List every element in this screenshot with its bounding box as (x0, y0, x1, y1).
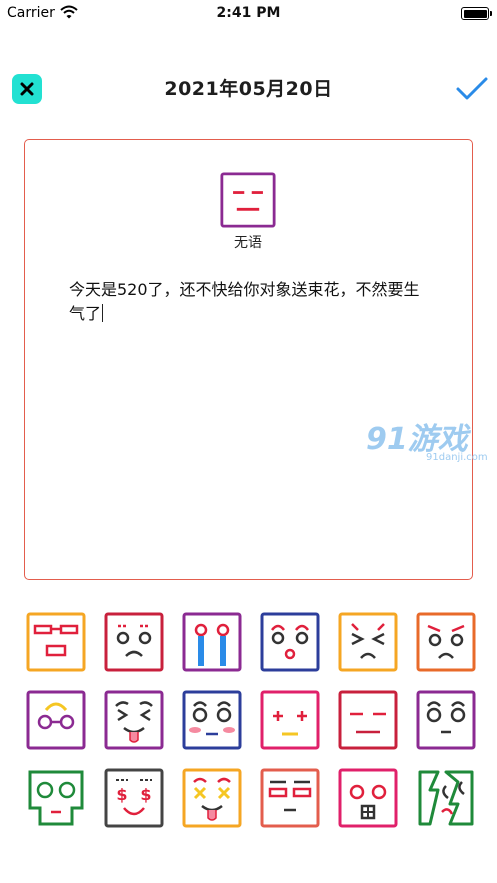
mood-option[interactable] (416, 768, 476, 828)
mood-option[interactable] (416, 690, 476, 750)
confirm-button[interactable] (455, 74, 489, 104)
mood-option[interactable]: $ $ (104, 768, 164, 828)
mood-option[interactable] (104, 612, 164, 672)
text-cursor (102, 304, 104, 322)
watermark: 91游戏 91danji.com (366, 414, 492, 468)
glasses-face-icon (26, 690, 86, 750)
svg-text:$: $ (140, 785, 151, 804)
page-title: 2021年05月20日 (164, 78, 333, 100)
broken-face-icon (418, 770, 474, 826)
flat-face-icon (260, 768, 320, 828)
mood-option[interactable] (26, 690, 86, 750)
robot-face-icon (26, 612, 86, 672)
checkmark-icon (456, 77, 488, 100)
skull-face-icon (28, 770, 84, 826)
note-text: 今天是520了，还不快给你对象送束花，不然要生气了 (69, 280, 420, 323)
watermark-domain: 91danji.com (426, 452, 488, 463)
mood-option[interactable] (416, 612, 476, 672)
dizzy-face-icon (182, 768, 242, 828)
blushing-face-icon (182, 690, 242, 750)
mood-option[interactable] (260, 768, 320, 828)
mood-option[interactable] (260, 690, 320, 750)
sad-face-icon (104, 612, 164, 672)
worried-face-icon (416, 690, 476, 750)
mood-option[interactable] (338, 690, 398, 750)
battery-icon (461, 7, 492, 20)
mood-option[interactable] (338, 768, 398, 828)
squint-face-icon (338, 612, 398, 672)
mood-option[interactable] (260, 612, 320, 672)
speechless-face-icon (338, 690, 398, 750)
mood-option[interactable] (104, 690, 164, 750)
money-face-icon: $ $ (104, 768, 164, 828)
surprised-face-icon (260, 612, 320, 672)
shocked-face-icon (338, 768, 398, 828)
crying-face-icon (182, 612, 242, 672)
mood-option[interactable] (338, 612, 398, 672)
mood-option[interactable] (26, 612, 86, 672)
note-text-area[interactable]: 今天是520了，还不快给你对象送束花，不然要生气了 (69, 278, 429, 326)
speechless-face-icon (220, 172, 276, 228)
tongue-face-icon (104, 690, 164, 750)
selected-mood-label: 无语 (234, 235, 262, 251)
diary-editor-card: 无语 今天是520了，还不快给你对象送束花，不然要生气了 (24, 139, 473, 580)
status-bar: Carrier 2:41 PM (0, 0, 497, 30)
selected-mood[interactable] (220, 172, 276, 232)
mood-option[interactable] (182, 690, 242, 750)
status-time: 2:41 PM (216, 5, 281, 21)
mood-option[interactable] (182, 768, 242, 828)
angry-face-icon (416, 612, 476, 672)
mood-option[interactable] (182, 612, 242, 672)
plus-eyes-face-icon (260, 690, 320, 750)
svg-text:$: $ (116, 785, 127, 804)
mood-option[interactable] (26, 768, 86, 828)
